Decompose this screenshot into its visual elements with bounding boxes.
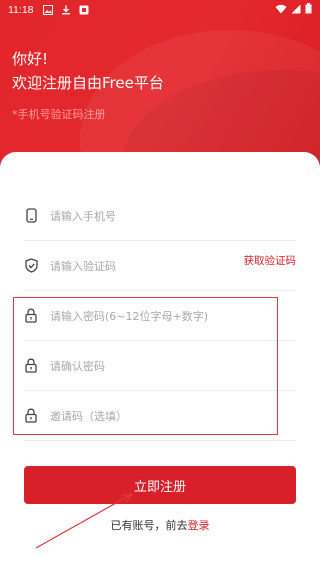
status-bar: 11:18	[0, 0, 320, 20]
signal-icon	[291, 4, 301, 17]
app-icon	[78, 4, 90, 16]
wifi-icon	[275, 4, 287, 17]
download-icon	[60, 4, 72, 16]
phone-input[interactable]: 请输入手机号	[50, 208, 116, 224]
get-code-button[interactable]: 获取验证码	[244, 253, 297, 268]
greeting-title: 你好!	[12, 50, 49, 68]
register-method-subtitle: *手机号验证码注册	[12, 108, 106, 121]
status-right	[275, 3, 312, 17]
welcome-title: 欢迎注册自由Free平台	[12, 74, 164, 92]
login-link[interactable]: 登录	[188, 519, 210, 532]
header-banner: 11:18 你好! 欢迎注册自由Free平台 *手机号验证码注册	[0, 0, 320, 175]
annotation-highlight-box	[13, 297, 278, 435]
code-field[interactable]: 请输入验证码 获取验证码	[24, 241, 296, 291]
have-account-text: 已有账号，前去	[110, 519, 188, 532]
shield-check-icon	[24, 258, 38, 274]
status-time: 11:18	[8, 4, 34, 16]
image-icon	[42, 4, 54, 16]
login-prompt: 已有账号，前去登录	[0, 517, 320, 533]
phone-field[interactable]: 请输入手机号	[24, 191, 296, 241]
phone-icon	[24, 208, 38, 224]
battery-icon	[305, 3, 312, 17]
register-button[interactable]: 立即注册	[24, 466, 296, 504]
code-input[interactable]: 请输入验证码	[50, 258, 116, 274]
